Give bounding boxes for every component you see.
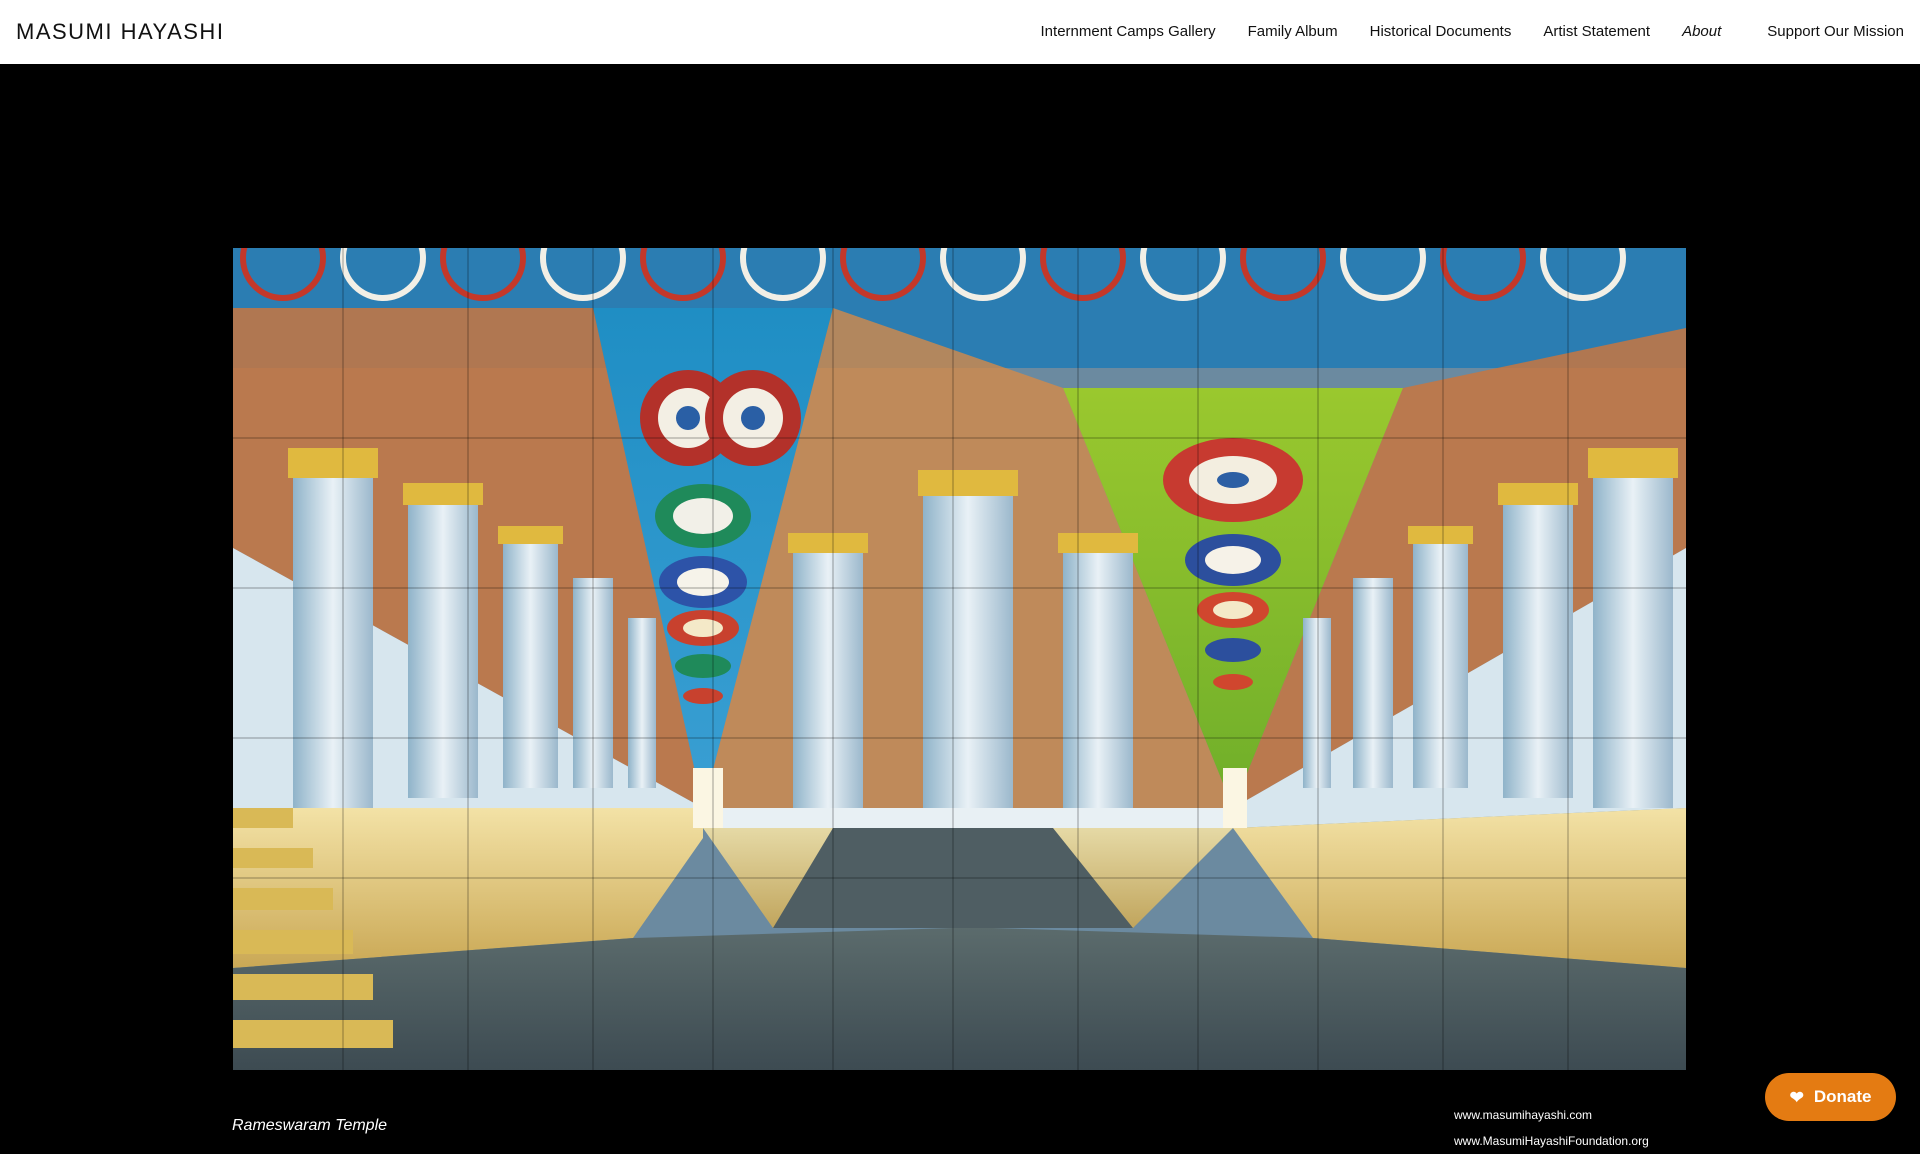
donate-label: Donate — [1813, 1087, 1872, 1106]
artwork-caption: Rameswaram Temple — [232, 1117, 388, 1134]
nav-historical-documents[interactable]: Historical Documents — [1354, 0, 1528, 64]
donate-button[interactable]: ❤ Donate — [1765, 1073, 1896, 1121]
main-content: Rameswaram Temple www.masumihayashi.com … — [0, 64, 1920, 1148]
link-masumihayashi-foundation[interactable]: www.MasumiHayashiFoundation.org — [1454, 1128, 1649, 1154]
nav-family-album[interactable]: Family Album — [1232, 0, 1354, 64]
site-title[interactable]: MASUMI HAYASHI — [16, 19, 224, 45]
footer-links: www.masumihayashi.com www.MasumiHayashiF… — [1454, 1102, 1649, 1154]
nav-support-our-mission[interactable]: Support Our Mission — [1737, 0, 1904, 64]
nav-about[interactable]: About — [1666, 0, 1737, 64]
main-nav: Internment Camps Gallery Family Album Hi… — [1025, 0, 1904, 64]
heart-icon: ❤ — [1789, 1087, 1804, 1107]
link-masumihayashi[interactable]: www.masumihayashi.com — [1454, 1102, 1649, 1128]
nav-internment-camps-gallery[interactable]: Internment Camps Gallery — [1025, 0, 1232, 64]
nav-artist-statement[interactable]: Artist Statement — [1527, 0, 1666, 64]
artwork-image — [233, 248, 1686, 1070]
top-nav-bar: MASUMI HAYASHI Internment Camps Gallery … — [0, 0, 1920, 64]
